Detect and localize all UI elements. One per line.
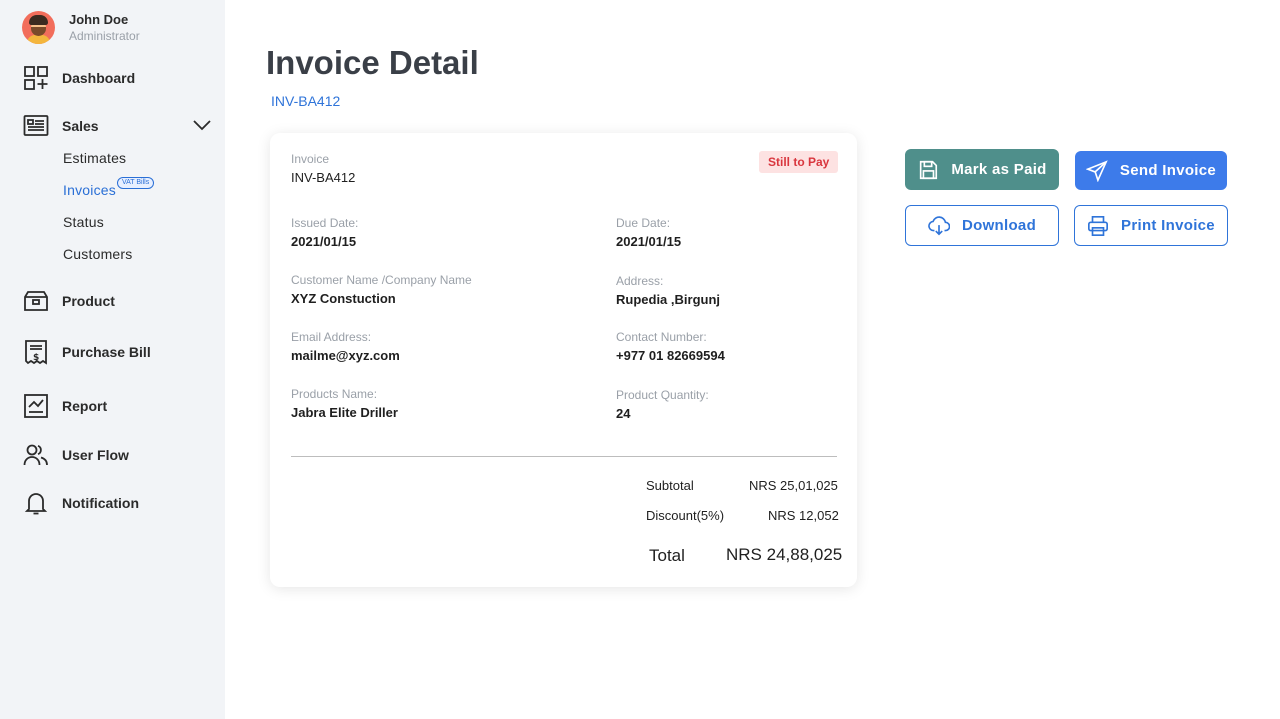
field-value: 24 [616,406,631,421]
sales-icon [22,112,50,140]
bell-icon [22,489,50,517]
address-field: Address: Rupedia ,Birgunj [616,273,720,309]
divider [291,456,837,457]
field-value: Rupedia ,Birgunj [616,292,720,307]
button-label: Mark as Paid [951,161,1047,178]
chevron-down-icon[interactable] [192,117,212,133]
status-badge: Still to Pay [759,151,839,173]
due-date-field: Due Date: 2021/01/15 [616,215,681,251]
sidebar-item-label: Sales [62,118,99,134]
sidebar-item-label: Dashboard [62,70,136,86]
products-field: Products Name: Jabra Elite Driller [291,386,398,422]
printer-icon [1088,215,1109,236]
sidebar-item-report[interactable]: Report [22,392,107,420]
user-role: Administrator [69,28,140,43]
button-label: Download [961,217,1037,234]
sidebar-item-dashboard[interactable]: Dashboard [22,64,135,92]
subtotal-label: Subtotal [646,478,694,493]
cloud-download-icon [928,215,950,235]
field-value: +977 01 82669594 [616,348,725,363]
box-icon [22,287,50,315]
page-title: Invoice Detail [266,44,479,81]
sidebar-item-product[interactable]: Product [22,287,115,315]
save-icon [920,160,938,179]
download-button[interactable]: Download [905,205,1059,246]
print-invoice-button[interactable]: Print Invoice [1074,205,1228,246]
email-field: Email Address: mailme@xyz.com [291,329,400,365]
field-label: Address: [616,274,664,288]
field-label: Issued Date: [291,216,359,230]
report-icon [22,392,50,420]
field-value: mailme@xyz.com [291,348,400,363]
issued-date-field: Issued Date: 2021/01/15 [291,215,358,251]
sidebar-item-label: Purchase Bill [62,344,151,360]
mark-as-paid-button[interactable]: Mark as Paid [905,149,1059,190]
field-label: Product Quantity: [616,388,709,402]
customer-field: Customer Name /Company Name XYZ Constuct… [291,272,472,308]
field-label: Products Name: [291,387,378,401]
user-profile[interactable]: John Doe Administrator [22,11,140,44]
send-invoice-button[interactable]: Send Invoice [1075,151,1227,190]
field-label: Customer Name /Company Name [291,273,472,287]
user-name: John Doe [69,11,129,27]
sidebar-subitem-customers[interactable]: Customers [63,246,132,262]
field-value: INV-BA412 [291,170,356,185]
contact-field: Contact Number: +977 01 82669594 [616,329,725,365]
quantity-field: Product Quantity: 24 [616,387,709,423]
vat-bills-badge: VAT Bills [117,177,155,189]
sidebar-subitem-status[interactable]: Status [63,214,104,230]
receipt-icon: $ [22,338,50,366]
invoice-id: INV-BA412 [271,93,341,109]
sidebar-item-label: Report [62,398,108,414]
invoice-number-field: Invoice INV-BA412 [291,151,355,187]
field-label: Email Address: [291,330,372,344]
button-label: Print Invoice [1121,217,1215,234]
field-label: Contact Number: [616,330,707,344]
field-value: 2021/01/15 [291,234,357,249]
users-icon [22,441,50,469]
sidebar-item-sales[interactable]: Sales [22,112,99,140]
discount-label: Discount(5%) [646,508,725,523]
sidebar-item-label: Product [62,293,115,309]
sidebar-item-purchase-bill[interactable]: $ Purchase Bill [22,338,151,366]
field-value: XYZ Constuction [291,291,396,306]
sidebar: John Doe Administrator Dashboard Sales E… [0,0,225,719]
total-value: NRS 24,88,025 [726,545,843,564]
dashboard-icon [22,64,50,92]
sidebar-subitem-estimates[interactable]: Estimates [63,150,126,166]
sidebar-item-label: Notification [62,495,139,511]
invoice-card: Invoice INV-BA412 Still to Pay Issued Da… [270,133,857,587]
subtotal-value: NRS 25,01,025 [749,478,838,493]
discount-value: NRS 12,052 [768,508,839,523]
sidebar-item-user-flow[interactable]: User Flow [22,441,129,469]
svg-text:$: $ [33,353,39,363]
send-icon [1085,159,1108,182]
sidebar-item-notification[interactable]: Notification [22,489,139,517]
field-value: 2021/01/15 [616,234,682,249]
sidebar-subitem-invoices[interactable]: Invoices [63,182,116,198]
sidebar-item-label: User Flow [62,447,129,463]
field-value: Jabra Elite Driller [291,405,398,420]
button-label: Send Invoice [1119,162,1217,179]
field-label: Invoice [291,152,330,166]
avatar [22,11,55,44]
total-label: Total [649,546,685,565]
field-label: Due Date: [616,216,671,230]
